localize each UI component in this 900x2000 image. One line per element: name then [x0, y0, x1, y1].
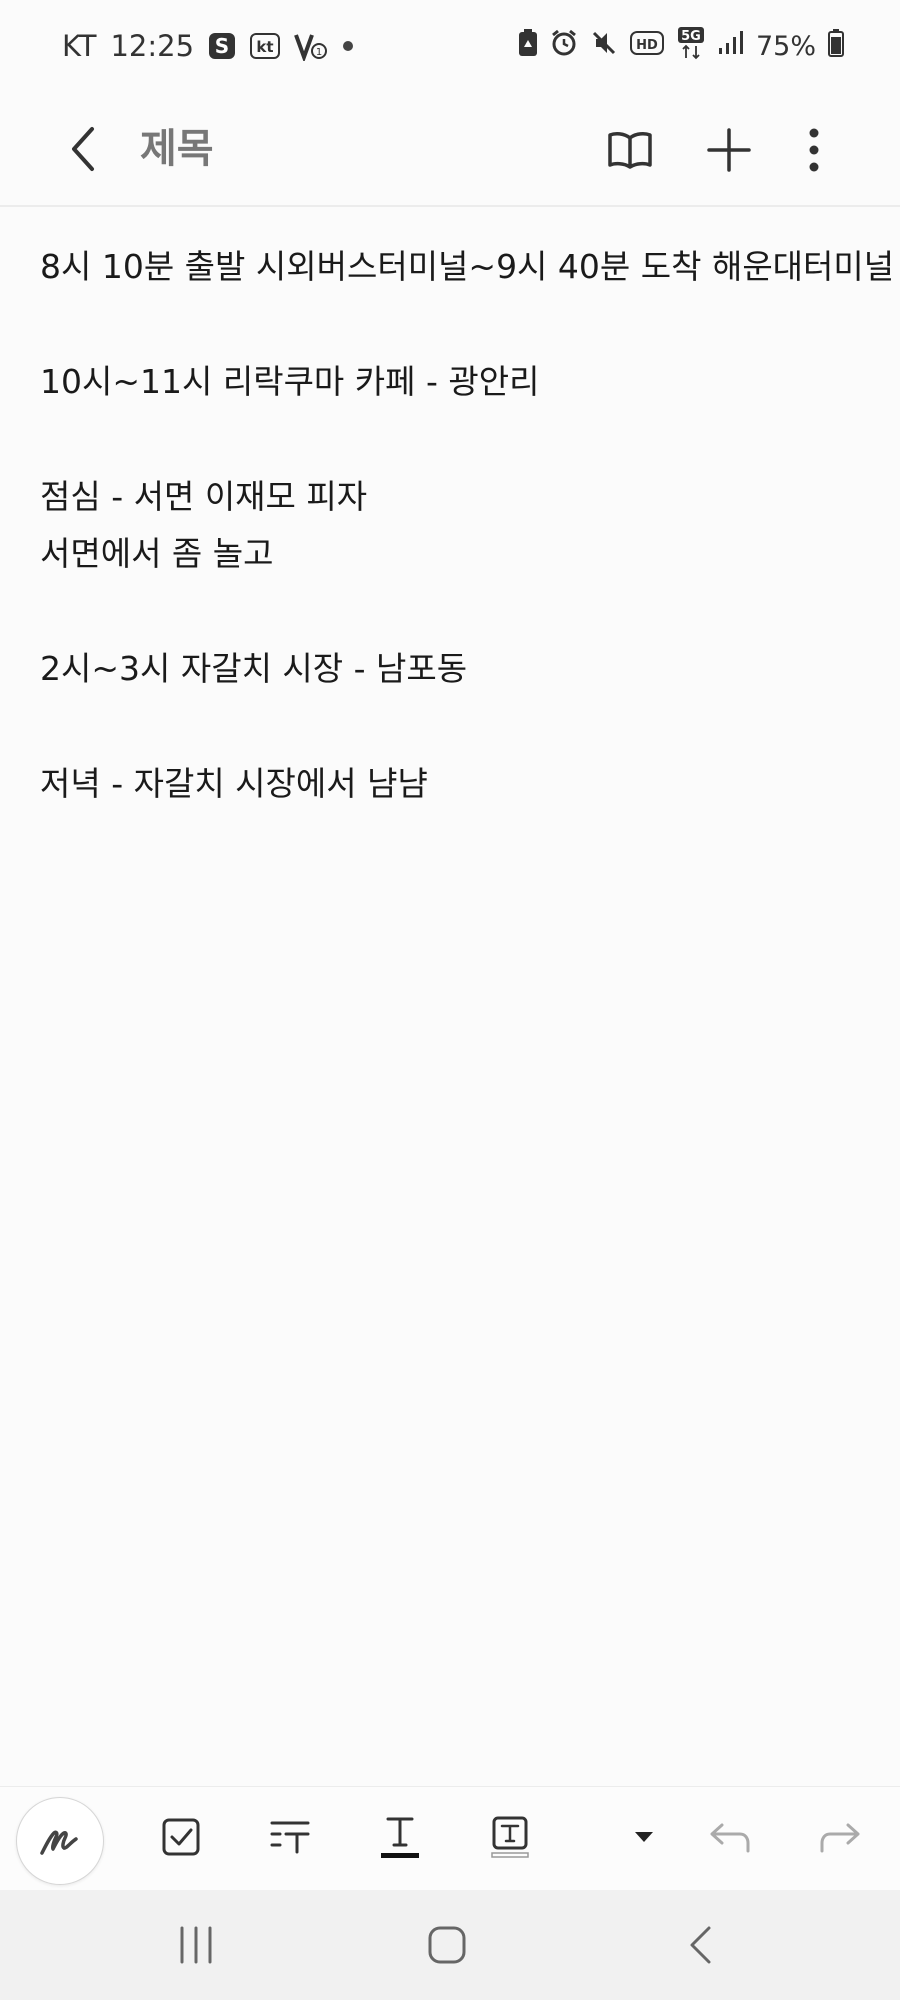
more-vert-icon	[809, 128, 819, 172]
add-button[interactable]	[697, 118, 761, 182]
dot-icon	[342, 40, 354, 52]
paragraph-style-button[interactable]	[258, 1805, 322, 1869]
note-title-input[interactable]: 제목	[140, 116, 214, 182]
text-color-icon	[381, 1817, 419, 1858]
back-icon	[690, 1926, 711, 1964]
v-one-icon: 1	[294, 31, 328, 61]
hd-icon: HD	[629, 30, 664, 63]
checklist-button[interactable]	[149, 1805, 213, 1869]
undo-icon	[710, 1823, 750, 1853]
pen-icon	[40, 1830, 78, 1855]
battery-saver-icon	[518, 28, 538, 64]
pen-mode-button[interactable]	[16, 1797, 104, 1885]
battery-percent: 75%	[755, 30, 816, 62]
recents-icon	[180, 1926, 212, 1964]
more-options-button[interactable]	[782, 118, 846, 182]
text-format-icon	[270, 1821, 310, 1854]
kt-icon: kt	[250, 32, 281, 60]
redo-icon	[820, 1823, 860, 1853]
dropdown-icon	[635, 1832, 653, 1842]
note-line: 2시~3시 자갈치 시장 - 남포동	[40, 649, 468, 688]
svg-text:HD: HD	[636, 38, 658, 53]
status-bar: KT 12:25 S kt 1 HD 5G 75%	[0, 0, 900, 90]
home-button[interactable]	[407, 1912, 487, 1978]
more-tools-dropdown[interactable]	[612, 1805, 676, 1869]
text-box-icon	[491, 1816, 529, 1858]
note-line: 10시~11시 리락쿠마 카페 - 광안리	[40, 362, 540, 401]
samsung-s-icon: S	[208, 32, 236, 60]
svg-text:S: S	[215, 34, 229, 58]
status-left: KT 12:25 S kt 1	[62, 24, 354, 68]
status-right: HD 5G 75%	[518, 24, 844, 68]
book-icon	[608, 132, 652, 169]
home-icon	[428, 1926, 466, 1964]
note-line: 8시 10분 출발 시외버스터미널~9시 40분 도착 해운대터미널	[40, 247, 895, 286]
reading-mode-button[interactable]	[598, 118, 662, 182]
clock: 12:25	[110, 29, 195, 63]
editing-toolbar	[0, 1786, 900, 1891]
app-header: 제목	[0, 90, 900, 205]
text-color-button[interactable]	[368, 1805, 432, 1869]
mute-icon	[590, 29, 618, 64]
system-back-button[interactable]	[660, 1912, 740, 1978]
back-button[interactable]	[58, 116, 108, 182]
note-line: 저녁 - 자갈치 시장에서 냠냠	[40, 764, 428, 803]
note-line: 점심 - 서면 이재모 피자	[40, 477, 368, 516]
redo-button[interactable]	[808, 1805, 872, 1869]
svg-text:1: 1	[316, 47, 322, 58]
note-line: 서면에서 좀 놀고	[40, 534, 274, 573]
plus-icon	[707, 128, 751, 172]
svg-text:kt: kt	[256, 38, 273, 56]
svg-text:5G: 5G	[681, 29, 701, 44]
battery-icon	[828, 28, 844, 64]
undo-button[interactable]	[698, 1805, 762, 1869]
system-nav-bar	[0, 1890, 900, 2000]
signal-icon	[718, 30, 744, 63]
5g-icon: 5G	[676, 26, 706, 67]
alarm-icon	[550, 29, 578, 64]
checkbox-icon	[162, 1818, 200, 1856]
text-box-button[interactable]	[478, 1805, 542, 1869]
carrier-label: KT	[62, 29, 97, 63]
recents-button[interactable]	[156, 1912, 236, 1978]
header-divider	[0, 205, 900, 207]
chevron-left-icon	[72, 127, 94, 171]
